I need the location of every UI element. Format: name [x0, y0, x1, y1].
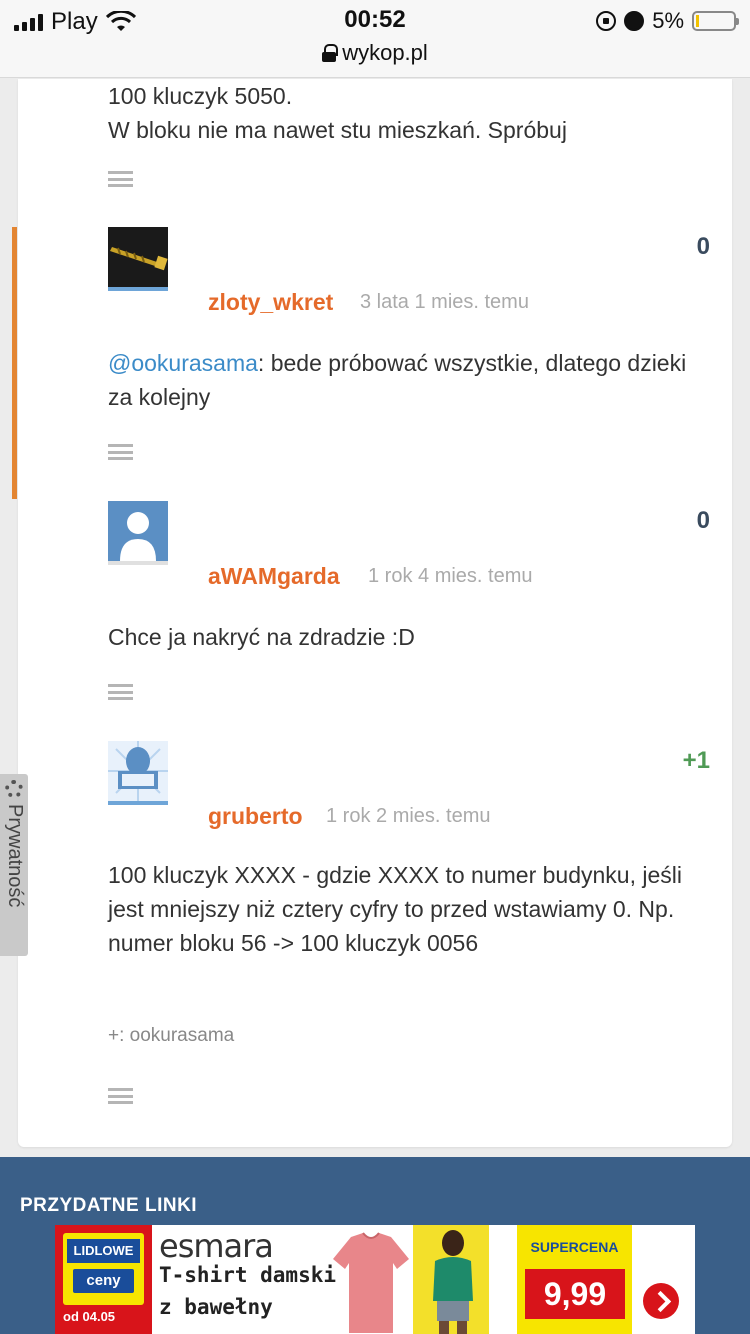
privacy-tab[interactable]: Prywatność: [0, 774, 28, 956]
lidl-logo: LIDLOWE ceny: [63, 1233, 144, 1305]
ad-banner[interactable]: LIDLOWE ceny od 04.05 esmara T-shirt dam…: [55, 1225, 695, 1334]
rotation-lock-icon: [596, 11, 617, 31]
voters-prefix: +:: [108, 1025, 125, 1046]
model-image: [413, 1225, 489, 1334]
vote-score[interactable]: 0: [697, 233, 710, 261]
promo-label: SUPERCENA: [530, 1239, 619, 1255]
system-icons: 5%: [596, 8, 739, 34]
url-text: wykop.pl: [342, 40, 428, 65]
text-line: W bloku nie ma nawet stu mieszkań. Sprób…: [108, 117, 567, 143]
comments-card: 100 kluczyk 5050. W bloku nie ma nawet s…: [12, 79, 732, 1147]
gear-icon: [5, 780, 23, 798]
footer-title: PRZYDATNE LINKI: [20, 1195, 198, 1216]
vote-score[interactable]: +1: [683, 747, 710, 775]
avatar[interactable]: [108, 501, 168, 561]
default-avatar-image: [108, 501, 168, 561]
badge-line1: LIDLOWE: [67, 1239, 140, 1263]
avatar-underline: [108, 801, 168, 805]
avatar[interactable]: [108, 227, 168, 287]
voter-link[interactable]: ookurasama: [130, 1025, 235, 1046]
comment-menu-icon[interactable]: [108, 684, 133, 700]
privacy-label: Prywatność: [4, 804, 26, 908]
author-name[interactable]: zloty_wkret: [208, 289, 333, 316]
portrait-avatar-image: [108, 741, 168, 801]
text-line: 100 kluczyk 5050.: [108, 83, 293, 109]
price-tag: 9,99: [525, 1269, 625, 1319]
comment-menu-icon[interactable]: [108, 1088, 133, 1104]
comment-item: +1 gruberto 1 rok 2 mies. temu 100 klucz…: [18, 741, 732, 1121]
comment-time: 1 rok 4 mies. temu: [368, 565, 533, 587]
comment-menu-icon[interactable]: [108, 171, 133, 187]
lock-icon: [322, 44, 339, 62]
comment-time: 3 lata 1 mies. temu: [360, 291, 529, 313]
alarm-icon: [624, 11, 645, 31]
voters-line: +: ookurasama: [108, 1025, 234, 1047]
vote-score[interactable]: 0: [697, 507, 710, 535]
comment-body: @ookurasama: bede próbować wszystkie, dl…: [108, 346, 698, 414]
author-name[interactable]: gruberto: [208, 803, 303, 830]
product-line1: T-shirt damski: [159, 1263, 337, 1287]
tshirt-image: [333, 1232, 409, 1333]
avatar-underline: [108, 287, 168, 291]
brand-name: esmara: [159, 1227, 274, 1265]
status-bar: Play 00:52 wykop.pl 5%: [0, 0, 750, 78]
promo-box: SUPERCENA 9,99: [517, 1225, 632, 1334]
comment-body: Chce ja nakryć na zdradzie :D: [108, 624, 415, 650]
avatar-underline: [108, 561, 168, 565]
previous-comment-text: 100 kluczyk 5050. W bloku nie ma nawet s…: [108, 79, 708, 147]
avatar[interactable]: [108, 741, 168, 801]
badge-line2: ceny: [73, 1269, 134, 1293]
battery-percent: 5%: [652, 8, 684, 33]
battery-icon: [692, 11, 739, 31]
lidl-badge: LIDLOWE ceny od 04.05: [55, 1225, 152, 1334]
promo-date: od 04.05: [63, 1309, 116, 1324]
comment-body: 100 kluczyk XXXX - gdzie XXXX to numer b…: [108, 862, 683, 956]
product-line2: z bawełny: [159, 1295, 273, 1319]
comment-item: 0 aWAMgarda 1 rok 4 mies. temu Chce ja n…: [18, 501, 732, 741]
comment-time: 1 rok 2 mies. temu: [326, 805, 491, 827]
url-bar[interactable]: wykop.pl: [0, 40, 750, 66]
highlight-bar: [12, 227, 17, 499]
author-name[interactable]: aWAMgarda: [208, 563, 340, 590]
user-mention[interactable]: @ookurasama: [108, 350, 258, 376]
screw-avatar-image: [108, 227, 168, 287]
comment-menu-icon[interactable]: [108, 444, 133, 460]
comment-item: 0 zloty_wkret 3 lata 1 mies. temu @ookur…: [12, 227, 732, 499]
chevron-right-icon[interactable]: [643, 1283, 679, 1319]
